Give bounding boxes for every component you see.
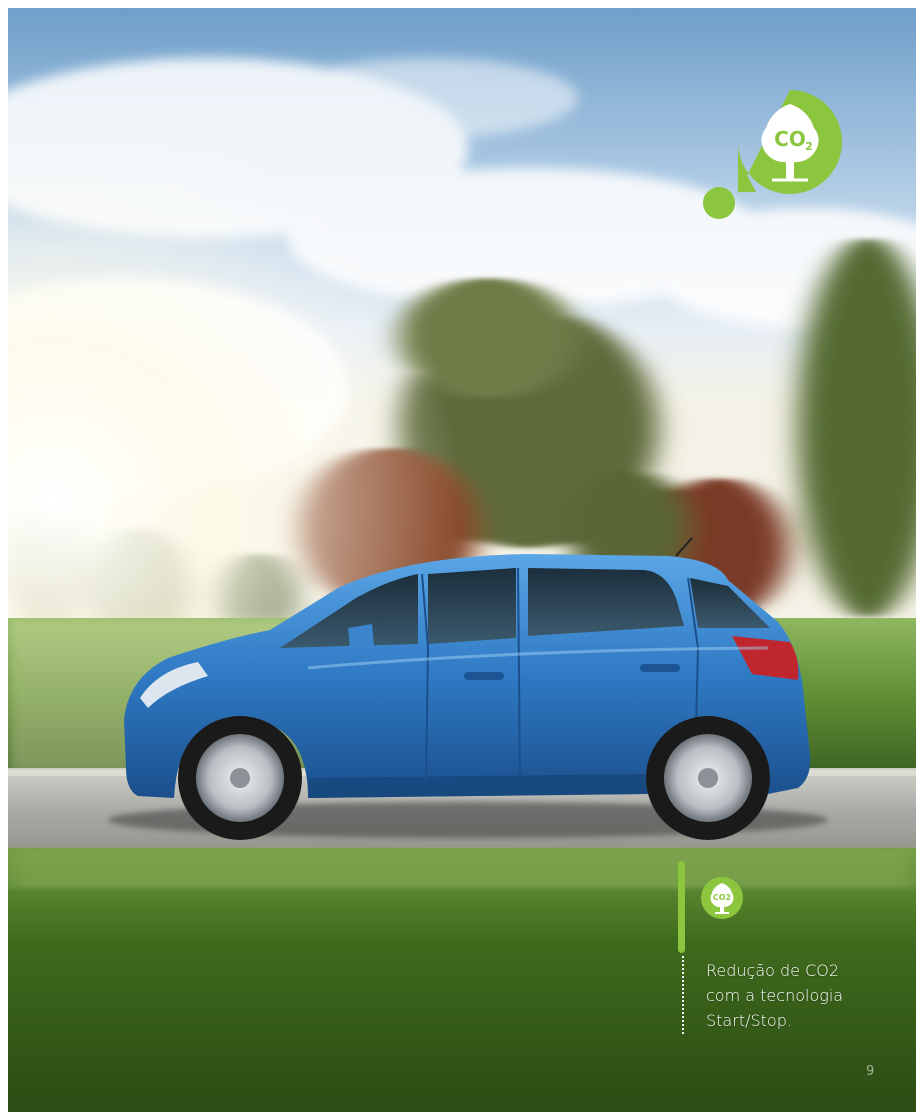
caption-dotted-line [682,956,684,1034]
rear-wheel [646,716,770,840]
svg-text:CO2: CO2 [713,893,731,902]
co2-tree-icon: CO 2 [738,90,842,194]
caption-line: Start/Stop. [706,1011,792,1030]
caption-accent-bar [678,861,685,953]
brochure-page: CO 2 CO2 Redução de CO2 com a tecnologia… [8,8,916,1112]
svg-text:2: 2 [805,140,813,153]
caption-line: Redução de CO2 [706,961,840,980]
co2-tree-icon: CO2 [701,877,743,919]
feature-caption: Redução de CO2 com a tecnologia Start/St… [706,958,906,1033]
caption-line: com a tecnologia [706,986,844,1005]
page-number: 9 [866,1064,875,1079]
front-wheel [178,716,302,840]
svg-text:CO: CO [774,127,806,151]
bubble-dot [703,187,735,219]
